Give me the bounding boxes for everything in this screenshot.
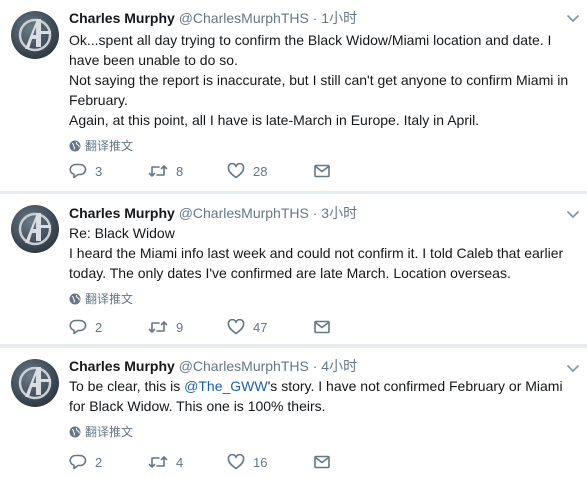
heart-icon bbox=[227, 163, 245, 179]
tweet-actions: 3 8 28 bbox=[69, 163, 331, 179]
translate-tweet-link[interactable]: 翻译推文 bbox=[69, 291, 579, 307]
timestamp[interactable]: 4小时 bbox=[321, 358, 357, 374]
translate-label: 翻译推文 bbox=[85, 425, 134, 439]
like-button[interactable]: 28 bbox=[227, 163, 313, 179]
retweet-icon bbox=[148, 321, 168, 333]
tweet-text-segment: To be clear, this is bbox=[69, 378, 185, 394]
tweet-text-line: Ok...spent all day trying to confirm the… bbox=[69, 32, 552, 68]
timestamp[interactable]: 3小时 bbox=[321, 205, 357, 221]
tweet-content: Charles Murphy @CharlesMurphTHS · 4小时 To… bbox=[69, 356, 579, 440]
timestamp[interactable]: 1小时 bbox=[321, 10, 357, 26]
tweet-text-line: To be clear, this is @The_GWW's story. I… bbox=[69, 376, 579, 416]
retweet-count: 4 bbox=[176, 454, 184, 470]
separator-dot: · bbox=[312, 358, 318, 374]
display-name[interactable]: Charles Murphy bbox=[69, 10, 175, 26]
tweet-text-line: Again, at this point, all I have is late… bbox=[69, 112, 480, 128]
translate-tweet-link[interactable]: 翻译推文 bbox=[69, 424, 579, 440]
avengers-logo-icon bbox=[18, 212, 52, 246]
translate-label: 翻译推文 bbox=[85, 139, 134, 153]
tweet-text-line: I heard the Miami info last week and cou… bbox=[69, 245, 564, 281]
tweet-actions: 2 4 16 bbox=[69, 454, 331, 470]
tweet[interactable]: Charles Murphy @CharlesMurphTHS · 1小时 Ok… bbox=[0, 0, 587, 191]
tweet-text-line: Not saying the report is inaccurate, but… bbox=[69, 72, 569, 108]
avengers-logo-icon bbox=[18, 18, 52, 52]
like-count: 16 bbox=[253, 454, 268, 470]
retweet-count: 8 bbox=[176, 163, 184, 179]
tweet-header: Charles Murphy @CharlesMurphTHS · 1小时 bbox=[69, 8, 579, 28]
user-handle[interactable]: @CharlesMurphTHS bbox=[179, 10, 309, 26]
direct-message-button[interactable] bbox=[313, 454, 331, 470]
reply-count: 2 bbox=[95, 454, 103, 470]
user-handle[interactable]: @CharlesMurphTHS bbox=[179, 358, 309, 374]
heart-icon bbox=[227, 319, 245, 335]
envelope-icon bbox=[314, 455, 330, 469]
globe-icon bbox=[69, 140, 81, 152]
retweet-button[interactable]: 4 bbox=[148, 454, 227, 470]
envelope-icon bbox=[314, 164, 330, 178]
tweet-text: To be clear, this is @The_GWW's story. I… bbox=[69, 376, 579, 416]
reply-icon bbox=[69, 454, 87, 470]
chevron-down-icon[interactable] bbox=[565, 10, 581, 26]
reply-icon bbox=[69, 163, 87, 179]
translate-tweet-link[interactable]: 翻译推文 bbox=[69, 138, 579, 154]
avatar[interactable] bbox=[11, 205, 59, 253]
heart-icon bbox=[227, 454, 245, 470]
retweet-count: 9 bbox=[176, 319, 184, 335]
reply-button[interactable]: 2 bbox=[69, 454, 148, 470]
like-button[interactable]: 47 bbox=[227, 319, 313, 335]
tweet[interactable]: Charles Murphy @CharlesMurphTHS · 3小时 Re… bbox=[0, 194, 587, 344]
translate-label: 翻译推文 bbox=[85, 292, 134, 306]
reply-count: 2 bbox=[95, 319, 103, 335]
tweet-content: Charles Murphy @CharlesMurphTHS · 3小时 Re… bbox=[69, 203, 579, 307]
retweet-button[interactable]: 9 bbox=[148, 319, 227, 335]
user-handle[interactable]: @CharlesMurphTHS bbox=[179, 205, 309, 221]
reply-button[interactable]: 2 bbox=[69, 319, 148, 335]
like-button[interactable]: 16 bbox=[227, 454, 313, 470]
tweet[interactable]: Charles Murphy @CharlesMurphTHS · 4小时 To… bbox=[0, 348, 587, 477]
avatar[interactable] bbox=[11, 11, 59, 59]
reply-button[interactable]: 3 bbox=[69, 163, 148, 179]
separator-dot: · bbox=[312, 10, 318, 26]
retweet-icon bbox=[148, 165, 168, 177]
avengers-logo-icon bbox=[18, 366, 52, 400]
reply-icon bbox=[69, 319, 87, 335]
retweet-icon bbox=[148, 456, 168, 468]
display-name[interactable]: Charles Murphy bbox=[69, 358, 175, 374]
tweet-text: Ok...spent all day trying to confirm the… bbox=[69, 30, 579, 130]
tweet-text-line: Re: Black Widow bbox=[69, 225, 175, 241]
tweet-actions: 2 9 47 bbox=[69, 319, 331, 335]
globe-icon bbox=[69, 293, 81, 305]
avatar[interactable] bbox=[11, 359, 59, 407]
tweet-header: Charles Murphy @CharlesMurphTHS · 3小时 bbox=[69, 203, 579, 223]
tweet-header: Charles Murphy @CharlesMurphTHS · 4小时 bbox=[69, 356, 579, 376]
envelope-icon bbox=[314, 320, 330, 334]
tweet-content: Charles Murphy @CharlesMurphTHS · 1小时 Ok… bbox=[69, 8, 579, 154]
reply-count: 3 bbox=[95, 163, 103, 179]
direct-message-button[interactable] bbox=[313, 319, 331, 335]
display-name[interactable]: Charles Murphy bbox=[69, 205, 175, 221]
tweet-text: Re: Black Widow I heard the Miami info l… bbox=[69, 223, 579, 283]
chevron-down-icon[interactable] bbox=[565, 360, 581, 376]
tweet-timeline: Charles Murphy @CharlesMurphTHS · 1小时 Ok… bbox=[0, 0, 587, 477]
chevron-down-icon[interactable] bbox=[565, 206, 581, 222]
like-count: 28 bbox=[253, 163, 268, 179]
direct-message-button[interactable] bbox=[313, 163, 331, 179]
mention-link[interactable]: @The_GWW bbox=[184, 378, 267, 394]
separator-dot: · bbox=[312, 205, 318, 221]
like-count: 47 bbox=[253, 319, 268, 335]
globe-icon bbox=[69, 426, 81, 438]
retweet-button[interactable]: 8 bbox=[148, 163, 227, 179]
